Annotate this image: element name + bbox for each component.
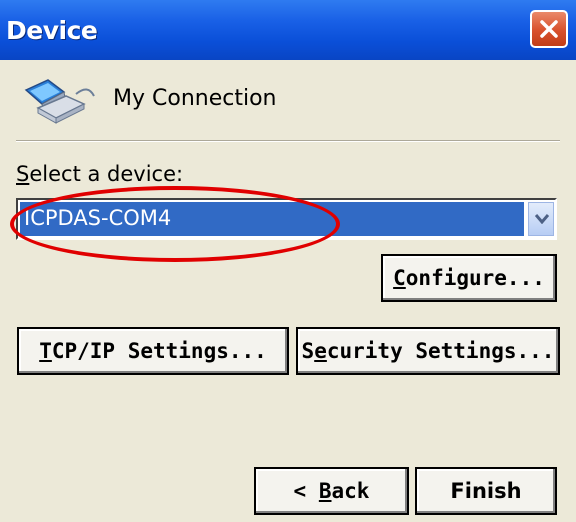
configure-button[interactable]: Configure...	[381, 254, 557, 302]
title-bar: Device	[0, 0, 576, 60]
security-prefix: S	[301, 339, 315, 363]
security-settings-button[interactable]: Security Settings...	[296, 327, 560, 375]
window-title: Device	[6, 16, 98, 45]
select-device-label: Select a device:	[16, 162, 183, 186]
dropdown-button[interactable]	[528, 202, 554, 236]
close-icon	[540, 20, 558, 38]
back-label: ack	[331, 479, 370, 503]
label-mnemonic: S	[16, 162, 30, 186]
back-button[interactable]: < Back	[254, 467, 409, 515]
tcpip-settings-button[interactable]: TCP/IP Settings...	[17, 327, 289, 375]
separator	[16, 140, 560, 142]
tcpip-label: CP/IP Settings...	[51, 339, 267, 363]
close-button[interactable]	[530, 10, 568, 48]
dropdown-selection: ICPDAS-COM4	[20, 202, 524, 236]
back-mnemonic: B	[318, 479, 332, 503]
chevron-down-icon	[535, 214, 549, 224]
security-label: curity Settings...	[326, 339, 555, 363]
device-dropdown[interactable]: ICPDAS-COM4	[16, 198, 557, 240]
security-mnemonic: e	[314, 339, 327, 363]
finish-label: Finish	[450, 479, 522, 503]
configure-mnemonic: C	[393, 266, 406, 290]
tcpip-mnemonic: T	[39, 339, 52, 363]
selected-device: ICPDAS-COM4	[24, 206, 172, 230]
network-computer-icon	[18, 74, 98, 132]
connection-name: My Connection	[113, 86, 277, 111]
finish-button[interactable]: Finish	[415, 467, 557, 515]
label-text: elect a device:	[29, 162, 184, 186]
back-prefix: <	[293, 479, 319, 503]
configure-label: onfigure...	[405, 266, 545, 290]
